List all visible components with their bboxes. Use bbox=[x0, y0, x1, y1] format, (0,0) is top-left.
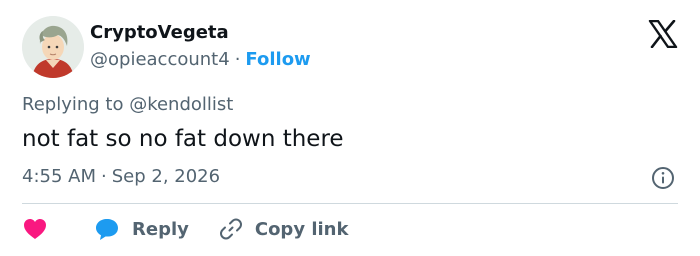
info-icon[interactable] bbox=[651, 166, 675, 190]
follow-button[interactable]: Follow bbox=[245, 49, 310, 70]
reply-label: Reply bbox=[132, 218, 189, 240]
tweet-timestamp: 4:55 AM · Sep 2, 2026 bbox=[22, 165, 220, 189]
replying-mention[interactable]: @kendollist bbox=[129, 94, 233, 115]
timestamp-separator: · bbox=[101, 166, 107, 187]
reply-button[interactable]: Reply bbox=[94, 217, 189, 241]
author-handle-row: @opieaccount4 · Follow bbox=[90, 48, 311, 72]
heart-icon bbox=[24, 219, 46, 239]
handle-separator: · bbox=[234, 49, 241, 70]
tweet-date[interactable]: Sep 2, 2026 bbox=[112, 166, 220, 187]
x-logo-icon[interactable] bbox=[648, 20, 678, 48]
tweet-text: not fat so no fat down there bbox=[22, 126, 344, 152]
avatar[interactable] bbox=[22, 16, 84, 78]
action-bar: Reply Copy link bbox=[22, 214, 348, 244]
replying-to: Replying to @kendollist bbox=[22, 93, 233, 117]
avatar-illustration bbox=[22, 16, 84, 78]
link-icon bbox=[219, 218, 242, 240]
divider bbox=[22, 203, 678, 204]
tweet-time[interactable]: 4:55 AM bbox=[22, 166, 96, 187]
copy-link-button[interactable]: Copy link bbox=[219, 217, 349, 241]
author-display-name[interactable]: CryptoVegeta bbox=[90, 21, 229, 45]
copy-link-label: Copy link bbox=[254, 218, 349, 240]
speech-bubble-icon bbox=[96, 219, 118, 240]
replying-prefix: Replying to bbox=[22, 94, 130, 115]
tweet-card: CryptoVegeta @opieaccount4 · Follow Replyi… bbox=[0, 0, 700, 256]
author-handle[interactable]: @opieaccount4 bbox=[90, 49, 230, 70]
like-button[interactable] bbox=[22, 217, 48, 241]
